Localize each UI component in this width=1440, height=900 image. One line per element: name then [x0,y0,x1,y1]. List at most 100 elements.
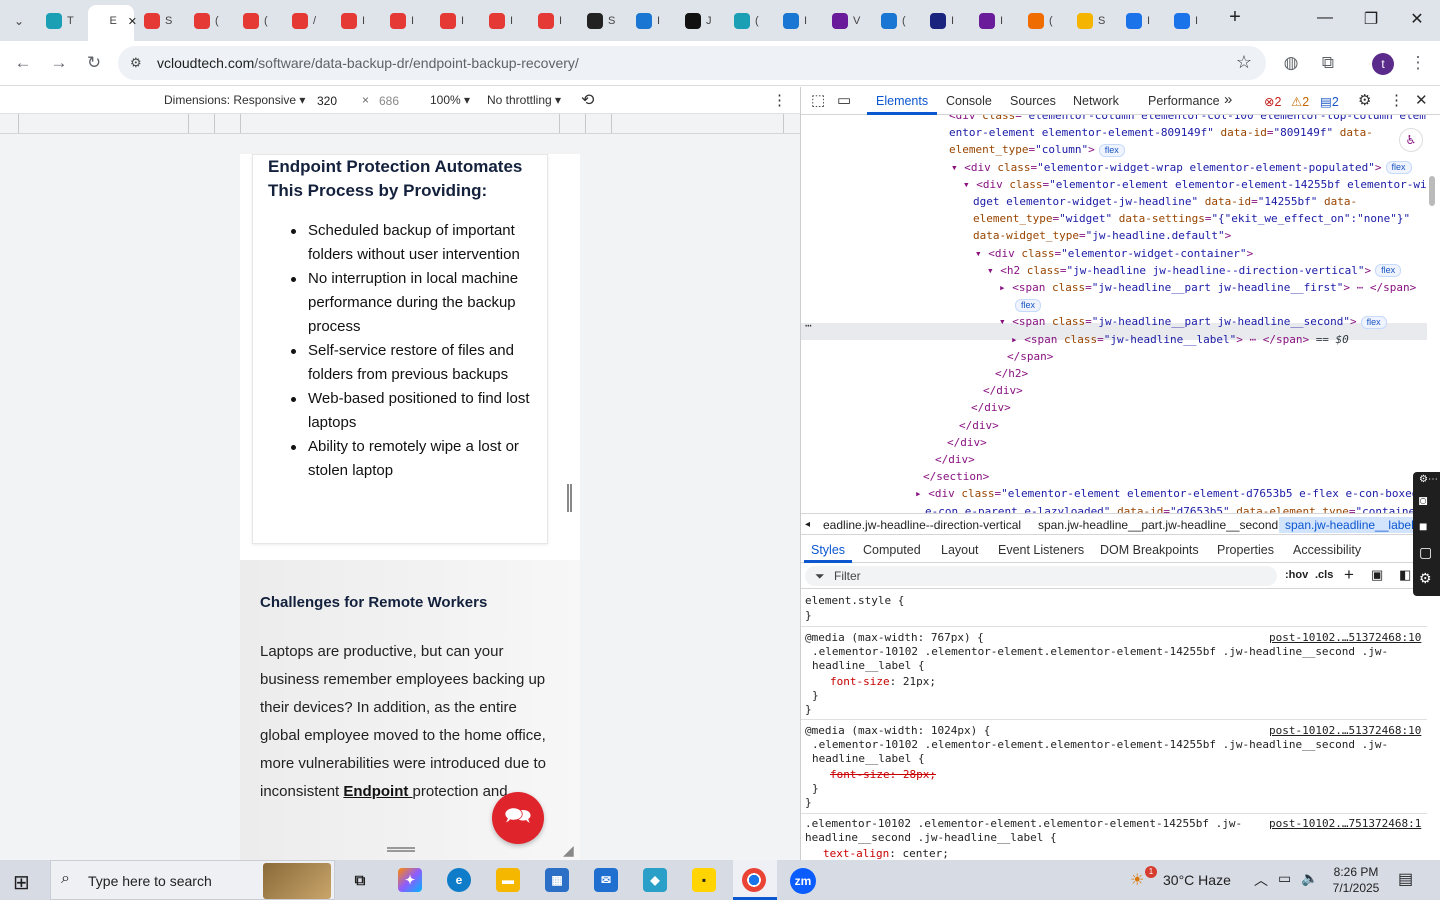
site-info-icon[interactable]: ⚙ [130,55,142,71]
browser-tab[interactable]: I [1126,8,1168,34]
tab-performance[interactable]: Performance [1148,94,1220,108]
dom-node-line[interactable]: </div> [959,417,999,434]
rule-source-link[interactable]: post-10102.…51372468:10 [1269,631,1421,645]
more-tabs-icon[interactable]: » [1224,91,1232,108]
dimensions-select[interactable]: Dimensions: Responsive ▾ [164,93,305,107]
rule-source-link[interactable]: post-10102.…51372468:10 [1269,724,1421,738]
capture-settings-icon[interactable]: ⚙ [1419,570,1432,587]
new-tab-button[interactable]: + [1220,6,1250,29]
breadcrumb-h2[interactable]: eadline.jw-headline--direction-vertical [823,518,1021,532]
browser-tab[interactable]: ( [881,8,923,34]
devtools-more-icon[interactable]: ⋮ [1389,91,1404,109]
omnibox[interactable]: ⚙ vcloudtech.com/software/data-backup-dr… [118,46,1266,80]
close-tab-icon[interactable]: ✕ [128,15,137,28]
resize-handle-corner[interactable]: ◢ [563,842,574,859]
url-text[interactable]: vcloudtech.com/software/data-backup-dr/e… [157,55,579,71]
close-window-button[interactable]: ✕ [1402,9,1432,29]
notifications-icon[interactable]: ▤ [1398,869,1413,889]
chrome-icon[interactable] [742,868,766,892]
dom-node-line[interactable]: element_type="widget" data-settings="{"e… [973,210,1410,227]
dom-node-line[interactable]: element_type="column"> flex [949,141,1125,158]
sticky-notes-icon[interactable]: ▪ [692,868,716,892]
clock[interactable]: 8:26 PM 7/1/2025 [1324,864,1388,896]
bookmark-star-icon[interactable]: ☆ [1236,52,1252,73]
page-viewport[interactable]: Endpoint Protection Automates This Proce… [240,154,580,860]
height-input[interactable]: 686 [374,92,420,109]
dom-node-line[interactable]: ▸ <span class="jw-headline__label"> ⋯ </… [1011,331,1349,348]
app-diamond-icon[interactable]: ◆ [643,868,667,892]
dom-node-line[interactable]: ▾ <div class="elementor-widget-wrap elem… [951,159,1412,176]
styles-filter-input[interactable]: ⏷ Filter [805,566,1277,586]
dom-node-line[interactable]: </section> [923,468,989,485]
dom-node-line[interactable]: <div class="elementor-column elementor-c… [949,115,1426,124]
tab-event-listeners[interactable]: Event Listeners [998,543,1084,557]
network-icon[interactable]: ▭ [1278,870,1291,887]
maximize-button[interactable]: ❐ [1356,9,1386,29]
dom-scrollbar[interactable] [1427,118,1436,206]
browser-menu-icon[interactable]: ⋮ [1407,53,1429,73]
toolbar-grip-icon[interactable]: ⚙⋯ [1419,474,1438,485]
node-actions-ellipsis[interactable]: ⋯ [805,317,812,334]
tab-network[interactable]: Network [1073,94,1119,108]
screenshot-camera-icon[interactable]: ◙ [1419,492,1427,508]
overridden-declaration[interactable]: font-size: 28px; [830,768,936,782]
browser-tab[interactable]: V [832,8,874,34]
browser-tab[interactable]: I [390,8,432,34]
cls-toggle[interactable]: .cls [1315,569,1333,581]
settings-gear-icon[interactable]: ⚙ [1358,91,1371,109]
browser-tab[interactable]: I [538,8,580,34]
reload-icon[interactable]: ↻ [83,53,105,73]
tab-search-button[interactable]: ⌄ [6,8,32,34]
browser-tab[interactable]: I [440,8,482,34]
dom-node-line[interactable]: flex [1011,296,1042,313]
flex-badge[interactable]: flex [1385,161,1412,175]
breadcrumb-span-label[interactable]: span.jw-headline__label [1279,517,1420,533]
dom-node-line[interactable]: </div> [935,451,975,468]
volume-icon[interactable]: 🔈 [1301,870,1318,887]
breadcrumb-scroll-left-icon[interactable]: ◂ [805,519,810,530]
extensions-puzzle-icon[interactable]: ⧉ [1317,53,1339,73]
dom-node-line[interactable]: ▾ <h2 class="jw-headline jw-headline--di… [987,262,1402,279]
browser-tab[interactable]: I [636,8,678,34]
browser-tab[interactable]: I [930,8,972,34]
browser-tab[interactable]: J [685,8,727,34]
throttling-select[interactable]: No throttling ▾ [487,93,561,107]
endpoint-link[interactable]: Endpoint [343,783,412,800]
task-view-icon[interactable]: ⧉ [348,868,372,892]
browser-tab[interactable]: I [979,8,1021,34]
extension-globe-icon[interactable]: ◍ [1280,53,1302,73]
weather-icon[interactable]: ☀ [1130,870,1144,890]
browser-tab[interactable]: S [587,8,629,34]
browser-tab[interactable]: ( [243,8,285,34]
tab-computed[interactable]: Computed [863,543,921,557]
browser-tab[interactable]: I [489,8,531,34]
window-capture-icon[interactable]: ▢ [1419,544,1432,561]
mail-icon[interactable]: ✉ [594,868,618,892]
browser-tab[interactable]: ( [734,8,776,34]
hov-toggle[interactable]: :hov [1285,569,1308,581]
record-video-icon[interactable]: ■ [1419,518,1427,534]
tab-dom-breakpoints[interactable]: DOM Breakpoints [1100,543,1199,557]
back-icon[interactable]: ← [12,53,34,73]
browser-tab[interactable]: T [46,8,88,34]
edge-icon[interactable]: e [447,868,471,892]
flex-badge[interactable]: flex [1015,298,1042,312]
rendering-emulation-icon[interactable]: ▣ [1371,567,1383,583]
dom-node-line[interactable]: ▾ <div class="elementor-widget-container… [975,245,1253,262]
browser-tab[interactable]: ( [1028,8,1070,34]
flex-badge[interactable]: flex [1360,315,1387,329]
dom-node-line[interactable]: </div> [971,399,1011,416]
error-count[interactable]: ⊗2 [1264,94,1281,109]
dom-node-line[interactable]: </span> [1007,348,1053,365]
close-devtools-icon[interactable]: ✕ [1415,91,1428,109]
flex-badge[interactable]: flex [1375,264,1402,278]
forward-icon[interactable]: → [48,53,70,73]
taskbar-search-box[interactable]: ⌕ Type here to search [50,860,335,900]
zoom-app-icon[interactable]: zm [790,868,816,894]
media-query-ruler[interactable] [0,114,800,134]
tab-console[interactable]: Console [946,94,992,108]
tab-properties[interactable]: Properties [1217,543,1274,557]
tab-sources[interactable]: Sources [1010,94,1056,108]
dom-node-line[interactable]: </div> [947,434,987,451]
dom-node-line[interactable]: entor-element elementor-element-809149f"… [949,124,1373,141]
